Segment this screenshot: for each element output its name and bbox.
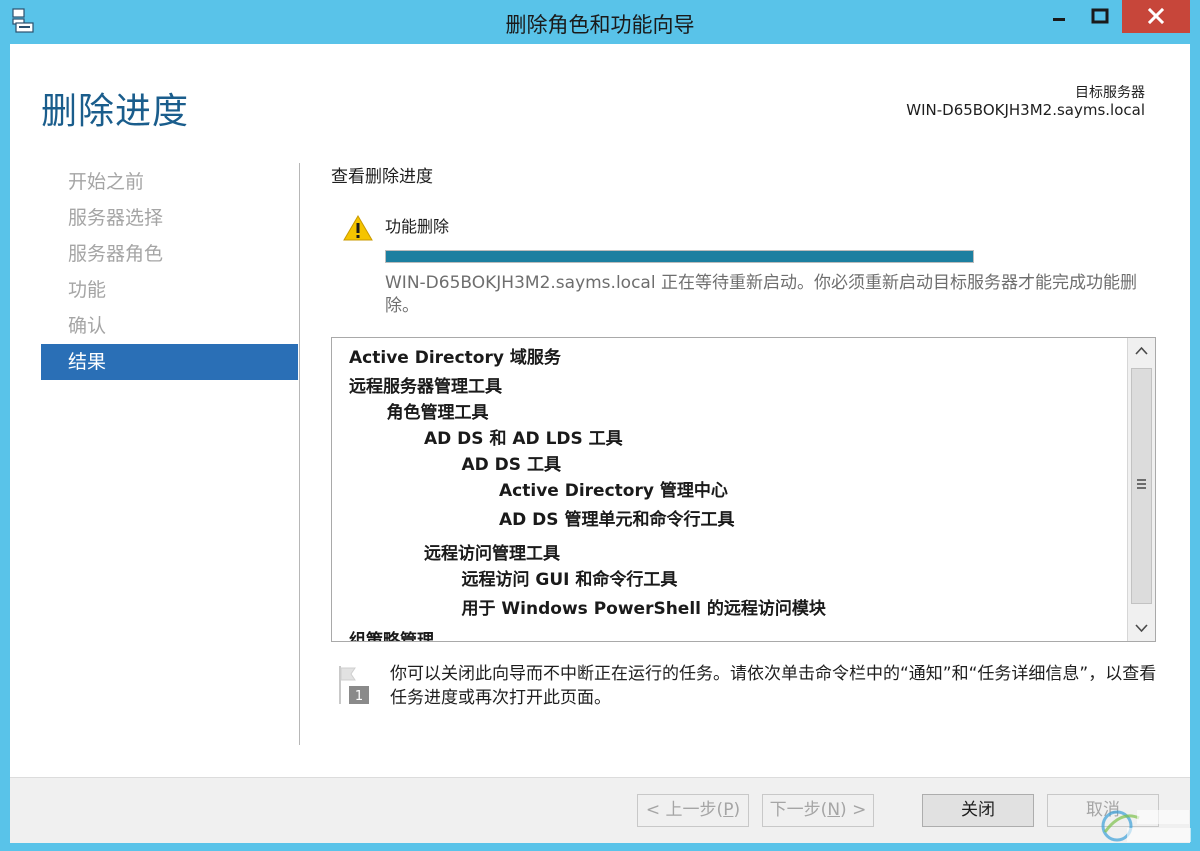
chevron-down-icon: [1135, 624, 1148, 633]
close-window-button[interactable]: [1122, 0, 1190, 33]
feature-list-item: 组策略管理: [349, 631, 434, 641]
close-icon: [1147, 7, 1165, 25]
wizard-footer: < 上一步(P) 下一步(N) > 关闭 取消: [10, 777, 1190, 843]
maximize-button[interactable]: [1079, 0, 1121, 33]
svg-text:1: 1: [355, 689, 363, 704]
previous-button-tail: ): [733, 800, 741, 820]
next-button-accesskey: N: [827, 800, 841, 820]
feature-list-item: 远程访问 GUI 和命令行工具: [461, 570, 678, 590]
feature-list-item: AD DS 管理单元和命令行工具: [499, 510, 735, 530]
close-button[interactable]: 关闭: [922, 794, 1034, 827]
vertical-scrollbar[interactable]: [1127, 338, 1155, 641]
page-title: 删除进度: [41, 91, 190, 132]
scroll-down-button[interactable]: [1128, 614, 1155, 641]
status-title: 功能删除: [385, 217, 450, 236]
previous-button-label: < 上一步(: [645, 800, 724, 820]
grip-icon: [1137, 479, 1146, 491]
warning-icon: [343, 215, 373, 241]
feature-list-item: AD DS 工具: [461, 455, 561, 475]
wizard-window: 删除角色和功能向导 删除进度 目标服务器 WIN-D65BOKJH3M2.say…: [0, 0, 1200, 851]
watermark-logo: [1101, 810, 1191, 842]
target-server-value: WIN-D65BOKJH3M2.sayms.local: [906, 101, 1145, 119]
next-button-label: 下一步(: [769, 800, 828, 820]
scroll-up-button[interactable]: [1128, 338, 1155, 365]
window-title: 删除角色和功能向导: [505, 13, 695, 37]
previous-button[interactable]: < 上一步(P): [637, 794, 749, 827]
feature-list-item: Active Directory 管理中心: [499, 481, 728, 501]
feature-list-item: AD DS 和 AD LDS 工具: [424, 429, 623, 449]
wizard-steps-nav: 开始之前 服务器选择 服务器角色 功能 确认 结果: [41, 164, 298, 380]
feature-list[interactable]: Active Directory 域服务 远程服务器管理工具角色管理工具 AD DS…: [331, 337, 1156, 642]
feature-list-item: 角色管理工具: [386, 403, 489, 423]
progress-fill: [386, 251, 973, 262]
scrollbar-thumb[interactable]: [1131, 368, 1152, 604]
feature-list-item: 远程服务器管理工具: [349, 377, 502, 397]
step-server-roles: 服务器角色: [68, 243, 164, 265]
previous-button-accesskey: P: [723, 800, 734, 820]
wizard-client-area: 删除进度 目标服务器 WIN-D65BOKJH3M2.sayms.local 开…: [10, 44, 1190, 843]
step-confirmation: 确认: [68, 315, 107, 337]
feature-list-item: 远程访问管理工具: [424, 544, 560, 564]
target-server-label: 目标服务器: [1075, 85, 1145, 101]
step-before-you-begin: 开始之前: [68, 171, 145, 193]
nav-divider: [299, 163, 300, 745]
next-button[interactable]: 下一步(N) >: [762, 794, 874, 827]
info-note: 你可以关闭此向导而不中断正在运行的任务。请依次单击命令栏中的“通知”和“任务详细…: [390, 664, 1157, 708]
chevron-up-icon: [1135, 346, 1148, 355]
step-results[interactable]: 结果: [41, 344, 298, 380]
title-bar[interactable]: 删除角色和功能向导: [0, 0, 1200, 44]
next-button-tail: ) >: [840, 800, 867, 820]
section-heading: 查看删除进度: [331, 167, 433, 187]
maximize-icon: [1091, 8, 1109, 24]
feature-list-content: Active Directory 域服务 远程服务器管理工具角色管理工具 AD DS…: [332, 338, 1126, 641]
minimize-button[interactable]: [1041, 0, 1077, 33]
feature-list-item: 用于 Windows PowerShell 的远程访问模块: [461, 599, 826, 619]
flag-icon: 1: [339, 666, 369, 704]
feature-list-item: Active Directory 域服务: [349, 348, 561, 368]
progress-bar: [385, 250, 974, 263]
step-server-selection: 服务器选择: [68, 207, 164, 229]
step-features: 功能: [68, 279, 107, 301]
minimize-icon: [1053, 18, 1065, 21]
status-message: WIN-D65BOKJH3M2.sayms.local 正在等待重新启动。你必须…: [385, 273, 1137, 316]
